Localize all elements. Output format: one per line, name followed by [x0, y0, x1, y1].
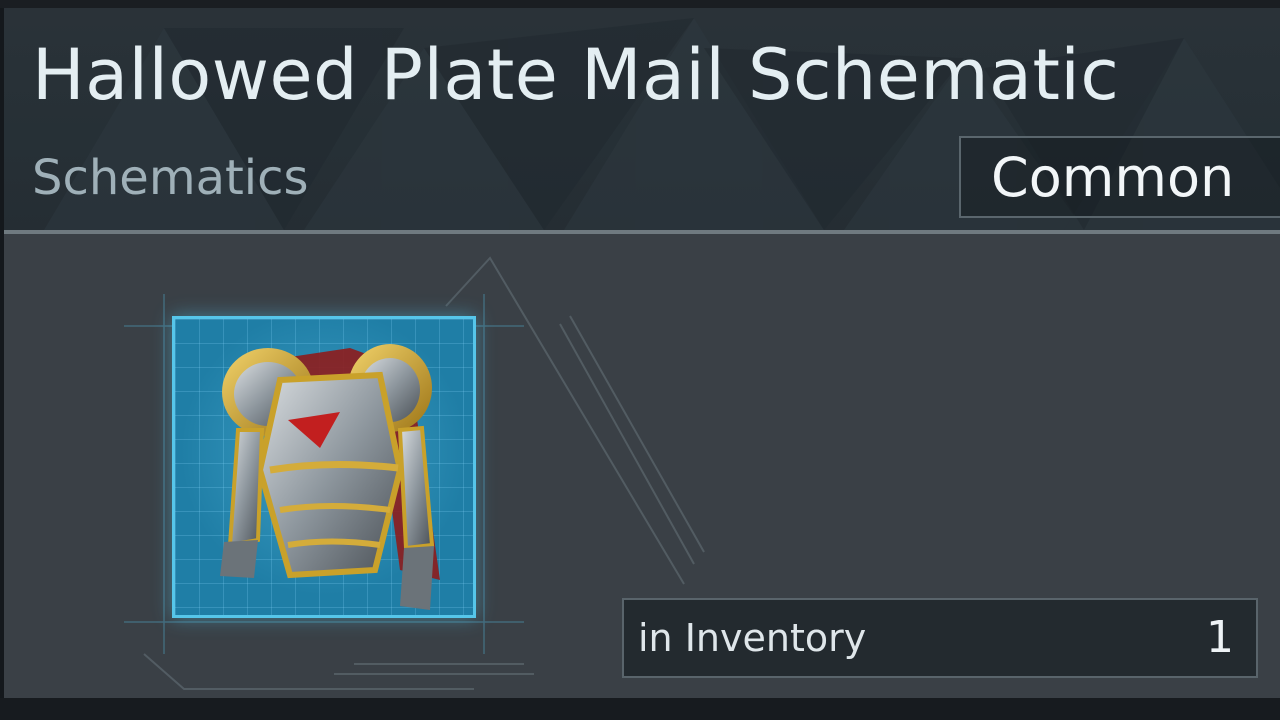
bottom-strip: [0, 698, 1280, 720]
item-header: Hallowed Plate Mail Schematic Schematics…: [4, 8, 1280, 230]
rarity-label: Common: [991, 146, 1235, 209]
inventory-label: in Inventory: [638, 616, 867, 660]
inventory-count-box: in Inventory 1: [622, 598, 1258, 678]
item-category: Schematics: [32, 150, 309, 206]
top-strip: [0, 0, 1280, 8]
inventory-count: 1: [1206, 612, 1234, 663]
item-tooltip-panel: Hallowed Plate Mail Schematic Schematics…: [4, 8, 1280, 698]
item-title: Hallowed Plate Mail Schematic: [32, 34, 1120, 116]
rarity-badge: Common: [959, 136, 1280, 218]
plate-armor-icon: [220, 344, 440, 610]
